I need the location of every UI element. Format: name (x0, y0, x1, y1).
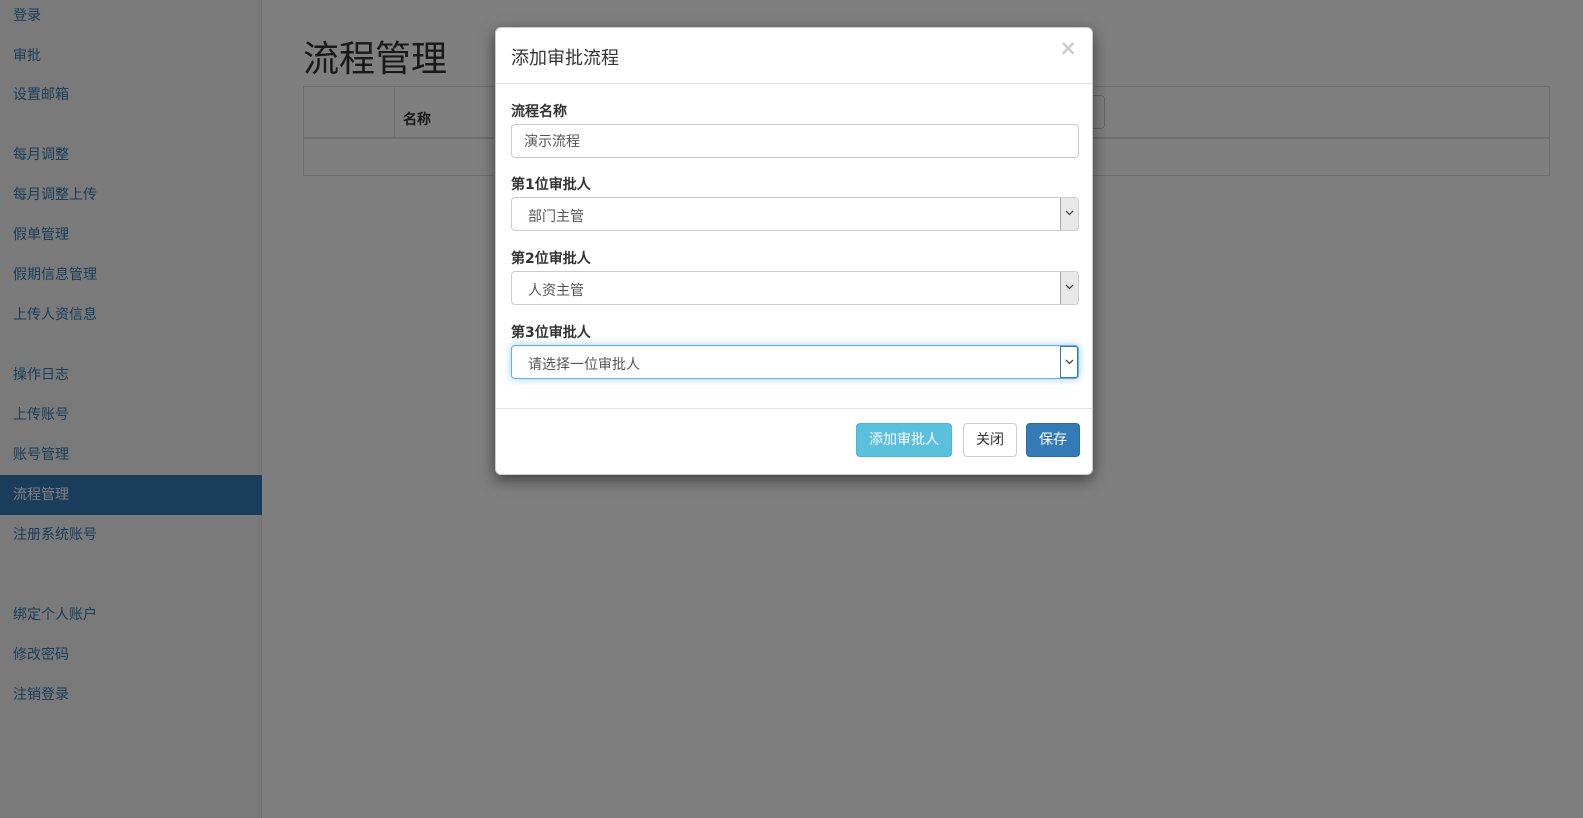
approver-2-select[interactable]: 人资主管 (511, 271, 1079, 305)
chevron-down-icon (1060, 198, 1078, 230)
close-icon[interactable]: × (1059, 38, 1077, 59)
flow-name-input[interactable] (511, 124, 1079, 158)
approver-2-label: 第2位审批人 (511, 251, 591, 267)
modal-body: 流程名称 第1位审批人 部门主管 第2位审批人 人资主管 第3位审批人 请选择一… (496, 84, 1092, 409)
modal-title: 添加审批流程 (511, 48, 619, 69)
flow-name-label: 流程名称 (511, 104, 567, 120)
modal-footer: 添加审批人 关闭 保存 (496, 408, 1092, 474)
modal-header: 添加审批流程 × (496, 28, 1092, 84)
close-button[interactable]: 关闭 (963, 423, 1017, 457)
approver-1-select[interactable]: 部门主管 (511, 197, 1079, 231)
approver-3-value: 请选择一位审批人 (528, 357, 640, 373)
approver-3-label: 第3位审批人 (511, 325, 591, 341)
add-flow-modal: 添加审批流程 × 流程名称 第1位审批人 部门主管 第2位审批人 人资主管 第3… (495, 27, 1093, 475)
approver-1-value: 部门主管 (528, 209, 584, 225)
chevron-down-icon (1060, 346, 1078, 378)
approver-2-value: 人资主管 (528, 283, 584, 299)
approver-1-label: 第1位审批人 (511, 177, 591, 193)
add-approver-button[interactable]: 添加审批人 (856, 423, 952, 457)
approver-3-select[interactable]: 请选择一位审批人 (511, 345, 1079, 379)
chevron-down-icon (1060, 272, 1078, 304)
save-button[interactable]: 保存 (1026, 423, 1080, 457)
